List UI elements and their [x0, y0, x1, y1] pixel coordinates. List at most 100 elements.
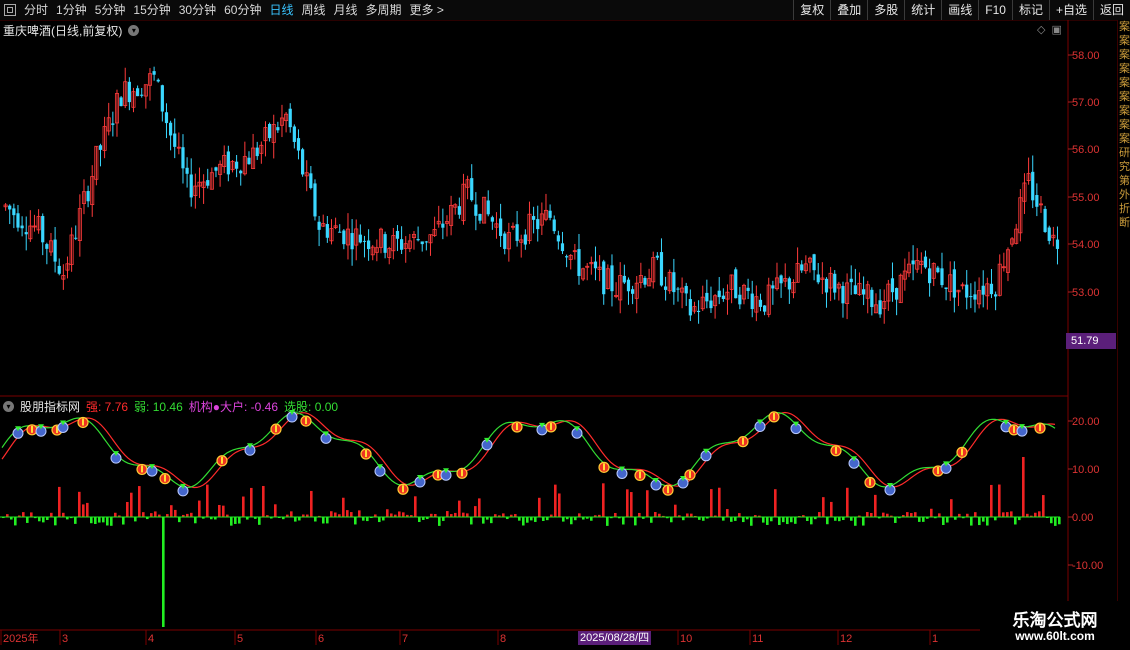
candle-body [944, 287, 948, 290]
side-info-strip: 案案案案案案案案案研究第外折断 [1117, 20, 1130, 630]
candle-body [268, 123, 272, 139]
indicator-bar-negative [522, 517, 525, 526]
candle-body [800, 264, 804, 271]
indicator-bar-negative [134, 517, 137, 522]
indicator-bar-negative [1054, 517, 1057, 526]
indicator-bar-negative [90, 517, 93, 524]
indicator-bar-positive [250, 487, 253, 517]
indicator-bar-positive [930, 508, 933, 517]
candle-body [833, 273, 837, 293]
candle-body [738, 294, 742, 305]
signal-mark-icon [365, 450, 367, 458]
side-char: 案 [1119, 77, 1130, 89]
signal-mark-icon [221, 456, 223, 464]
indicator-bar-negative [74, 517, 77, 524]
indicator-bar-negative [986, 517, 989, 526]
candle-body [709, 300, 713, 309]
chevron-down-icon[interactable]: ▾ [128, 25, 140, 36]
candle-body [895, 288, 899, 300]
indicator-bar-negative [570, 517, 573, 525]
indicator-bar-negative [942, 517, 945, 525]
date-label: 3 [62, 633, 68, 645]
indicator-bar-positive [222, 505, 225, 517]
candle-body [226, 151, 230, 175]
indicator-bar-negative [382, 517, 385, 521]
side-char: 案 [1119, 63, 1130, 75]
candle-body [577, 249, 581, 276]
institution-value: 机构●大户: -0.46 [188, 400, 279, 414]
indicator-bar-positive [342, 497, 345, 517]
candle-body [940, 268, 944, 286]
indicator-bar-negative [794, 517, 797, 524]
price-label: 57.00 [1072, 97, 1100, 109]
indicator-bar-positive [1010, 511, 1013, 517]
candle-body [499, 218, 503, 236]
indicator-bar-negative [854, 517, 857, 526]
indicator-bar-positive [478, 498, 481, 517]
candle-body [1035, 195, 1039, 207]
indicator-bar-negative [946, 517, 949, 523]
indicator-bar-negative [730, 517, 733, 522]
candle-body [86, 191, 90, 202]
candle-body [395, 230, 400, 239]
indicator-bar-positive [78, 491, 81, 517]
indicator-bar-negative [102, 517, 105, 523]
signal-mark-icon [461, 469, 463, 477]
candle-body [659, 252, 664, 286]
stock-title: 重庆啤酒(日线,前复权) [3, 24, 123, 38]
indicator-bar-positive [578, 513, 581, 517]
current-price-tag: 51.79 [1066, 333, 1116, 349]
indicator-bar-negative [810, 517, 813, 525]
indicator-bar-negative [918, 517, 921, 522]
signal-mark-icon [437, 471, 439, 479]
candle-body [474, 204, 478, 216]
indicator-bar-positive [846, 487, 849, 517]
indicator-bar-negative [362, 517, 365, 521]
indicator-bar-positive [114, 512, 117, 517]
window-toggle-icon[interactable]: ▣ [1051, 23, 1061, 36]
indicator-bar-positive [402, 512, 405, 517]
candle-body [441, 223, 445, 228]
indicator-bar-negative [42, 517, 45, 523]
candle-body [12, 208, 16, 216]
candle-body [41, 216, 45, 243]
indicator-bar-positive [446, 511, 449, 517]
indicator-bar-positive [914, 512, 917, 517]
candle-body [156, 79, 160, 82]
side-char: 案 [1119, 119, 1130, 131]
candle-body [853, 285, 857, 295]
signal-mark-icon [835, 446, 837, 454]
candle-body [878, 300, 882, 315]
indicator-bar-negative [482, 517, 485, 524]
indicator-bar-positive [86, 502, 89, 517]
indicator-bar-positive [22, 512, 25, 517]
indicator-bar-positive [1038, 511, 1041, 517]
candle-body [1047, 227, 1051, 241]
chevron-down-icon[interactable]: ▾ [3, 401, 14, 412]
indicator-bar-positive [998, 484, 1001, 517]
candle-body [127, 81, 131, 103]
candle-body [57, 265, 61, 274]
indicator-bar-positive [190, 512, 193, 517]
indicator-bar-positive [646, 490, 649, 517]
candle-body [965, 284, 969, 298]
indicator-bar-positive [686, 513, 689, 517]
watermark-url: www.60lt.com [1015, 629, 1095, 643]
indicator-bar-negative [530, 517, 533, 521]
indicator-bar-negative [590, 517, 593, 521]
indicator-bar-negative [122, 517, 125, 525]
indicator-bar-positive [938, 513, 941, 517]
chart-canvas[interactable]: 58.0057.0056.0055.0054.0053.0020.0010.00… [0, 0, 1130, 650]
candle-body [457, 206, 461, 215]
candle-body [734, 269, 738, 299]
signal-mark-icon [937, 466, 939, 474]
candle-body [862, 289, 866, 295]
indicator-bar-positive [866, 512, 869, 517]
diamond-icon[interactable]: ◇ [1037, 23, 1045, 36]
indicator-bar-positive [386, 509, 389, 517]
candle-body [53, 239, 57, 262]
indicator-bar-positive [150, 513, 153, 517]
indicator-bar-positive [138, 486, 141, 517]
candle-body [214, 167, 218, 171]
indicator-bar-positive [130, 492, 133, 517]
